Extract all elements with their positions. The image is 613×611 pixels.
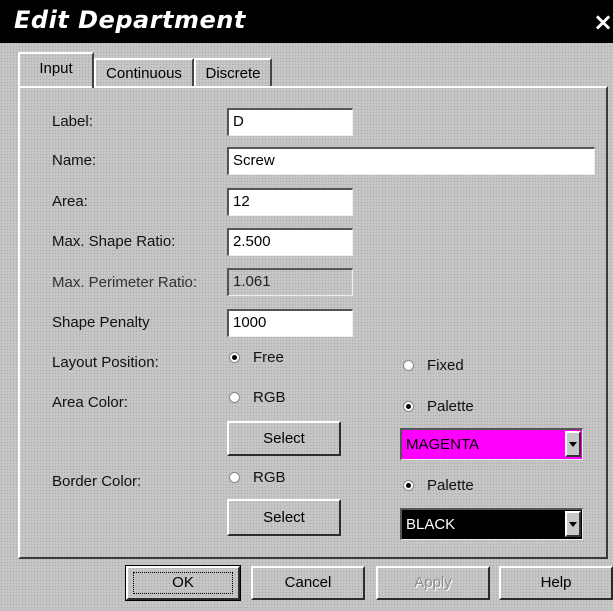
max-perimeter-ratio-caption: Max. Perimeter Ratio: [52,274,198,291]
layout-free-label: Free [253,349,284,366]
area-color-palette-dropdown[interactable]: MAGENTA [400,428,583,460]
shape-penalty-caption: Shape Penalty [52,314,150,331]
title-bar[interactable]: Edit Department × [0,0,613,43]
border-color-palette-label: Palette [427,477,474,494]
cancel-button[interactable]: Cancel [251,566,365,600]
border-color-palette-value: BLACK [406,516,456,533]
radio-unselected-icon [403,360,414,371]
layout-position-caption: Layout Position: [52,354,159,371]
apply-button: Apply [376,566,490,600]
border-color-select-button[interactable]: Select [227,499,341,536]
chevron-down-icon[interactable] [565,511,581,537]
radio-selected-icon [229,352,240,363]
border-color-palette-dropdown[interactable]: BLACK [400,508,583,540]
layout-fixed-label: Fixed [427,357,464,374]
area-color-select-button[interactable]: Select [227,421,341,456]
help-button[interactable]: Help [499,566,613,600]
max-perimeter-ratio-field: 1.061 [227,268,353,296]
chevron-down-icon[interactable] [565,431,581,457]
name-input[interactable]: Screw [227,147,595,175]
tab-discrete[interactable]: Discrete [194,58,272,86]
focus-rect [133,572,233,594]
border-color-rgb-label: RGB [253,469,286,486]
area-caption: Area: [52,193,88,210]
radio-unselected-icon [229,472,240,483]
area-color-palette-label: Palette [427,398,474,415]
edit-department-dialog: Edit Department × Input Continuous Discr… [0,0,613,611]
area-color-palette-value: MAGENTA [406,436,480,453]
radio-selected-icon [403,480,414,491]
label-input[interactable]: D [227,108,353,136]
radio-unselected-icon [229,392,240,403]
tab-continuous[interactable]: Continuous [94,58,194,86]
area-color-rgb-label: RGB [253,389,286,406]
max-shape-ratio-caption: Max. Shape Ratio: [52,233,176,250]
ok-button[interactable]: OK [125,565,241,601]
name-caption: Name: [52,152,97,169]
shape-penalty-input[interactable]: 1000 [227,309,353,337]
label-caption: Label: [52,113,93,130]
max-shape-ratio-input[interactable]: 2.500 [227,228,353,256]
area-input[interactable]: 12 [227,188,353,216]
border-color-caption: Border Color: [52,473,142,490]
area-color-caption: Area Color: [52,394,128,411]
dialog-title: Edit Department [14,6,246,34]
radio-selected-icon [403,401,414,412]
tab-input[interactable]: Input [18,52,94,88]
close-icon[interactable]: × [593,8,613,36]
